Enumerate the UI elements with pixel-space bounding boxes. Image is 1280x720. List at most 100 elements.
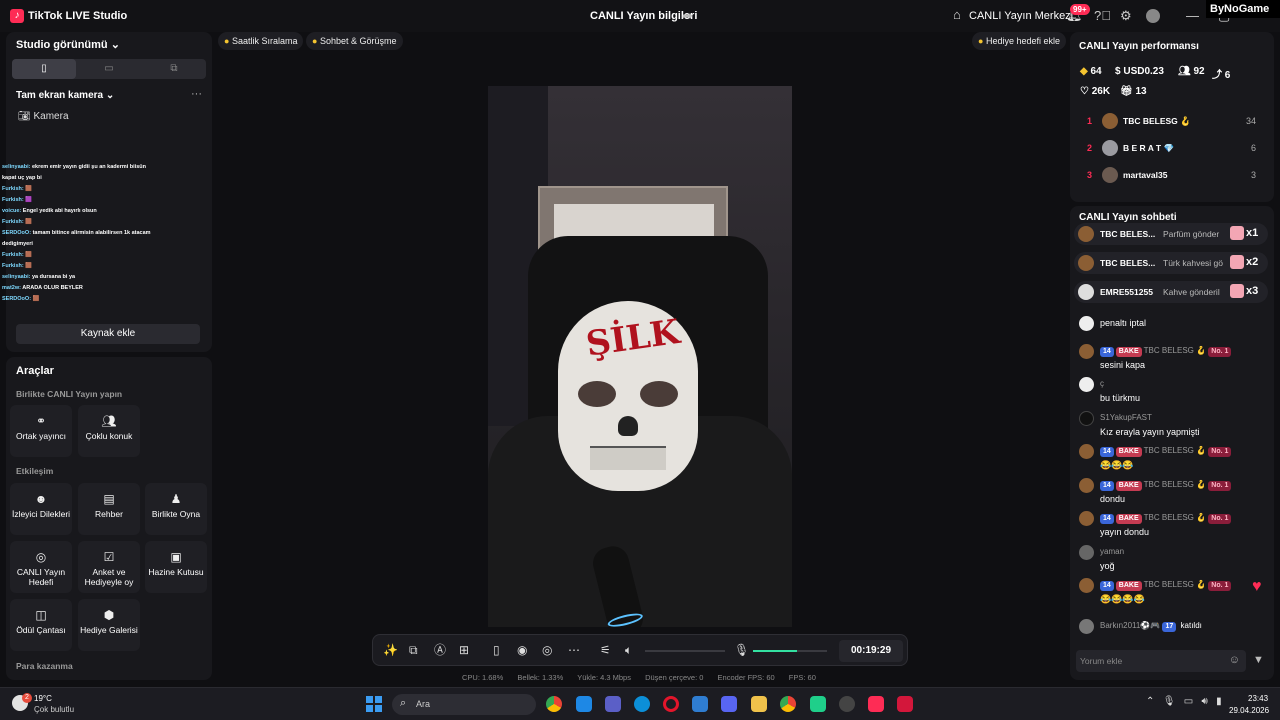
clock-date[interactable]: 29.04.2026 — [1229, 706, 1269, 715]
tool-label: Ortak yayıncı — [15, 431, 67, 441]
app-icon-3[interactable] — [839, 696, 855, 712]
tool-viewer[interactable]: ☻ İzleyici Dilekleri — [10, 483, 72, 535]
viewer-icon: ☻ — [34, 492, 48, 506]
camera-scene-dropdown[interactable]: Tam ekran kamera ⌄ — [16, 90, 114, 101]
home-icon[interactable]: ⌂ — [953, 7, 961, 22]
camera-icon: 📷︎ — [18, 111, 31, 122]
ranking-row[interactable]: 1 TBC BELESG 🪝 34 — [1070, 110, 1274, 132]
start-button[interactable] — [366, 696, 382, 712]
layout-icon[interactable]: ⧉ — [409, 643, 418, 657]
tool-target[interactable]: ◎ CANLI Yayın Hedefi — [10, 541, 72, 593]
camera-source-item[interactable]: 📷︎ Kamera — [18, 111, 69, 122]
speaker-icon[interactable]: 🔈︎ — [625, 643, 632, 657]
mic-level-slider[interactable] — [753, 650, 827, 652]
add-scene-icon[interactable]: ⊞ — [459, 643, 469, 657]
settings-sliders-icon[interactable]: ⚟ — [600, 643, 611, 657]
chat-meet-chip[interactable]: ● Sohbet & Görüşme — [306, 32, 403, 50]
minimize-icon[interactable]: — — [1186, 8, 1199, 23]
rank-badge: No. 1 — [1208, 514, 1232, 524]
tool-poll[interactable]: ☑ Anket ve Hediyeyle oy — [78, 541, 140, 593]
stream-control-bar: ✨ ⧉ Ⓐ ⊞ ▯ ◉ ◎ ⋯ ⚟ 🔈︎ 🎙︎ 00:19:29 — [372, 634, 908, 666]
emoji-icon[interactable]: ☺ — [1229, 654, 1240, 666]
teams-icon[interactable] — [605, 696, 621, 712]
chrome-icon[interactable] — [546, 696, 562, 712]
discord-icon[interactable] — [721, 696, 737, 712]
tiktok-studio-icon[interactable] — [868, 696, 884, 712]
notification-badge: 99+ — [1070, 4, 1090, 15]
ranking-row[interactable]: 3 martaval35 3 — [1070, 164, 1274, 186]
avatar — [1078, 226, 1094, 242]
tool-label: Rehber — [95, 509, 123, 519]
message-text: 😂😂😂 — [1100, 460, 1134, 470]
avatar — [1102, 113, 1118, 129]
app-icon-2[interactable] — [810, 696, 826, 712]
app-icon[interactable] — [692, 696, 708, 712]
magic-wand-icon[interactable]: ✨ — [383, 643, 398, 657]
gift-sender: TBC BELES... — [1100, 229, 1156, 239]
section-earn: Para kazanma — [16, 661, 73, 671]
message-text: dondu — [1100, 494, 1126, 504]
chat-title: CANLI Yayın sohbeti — [1079, 212, 1177, 223]
volume-slider[interactable] — [645, 650, 725, 652]
filter-icon[interactable]: ▼ — [1253, 654, 1264, 666]
capture-icon[interactable]: ◎ — [542, 643, 552, 657]
clock-time[interactable]: 23:43 — [1248, 694, 1268, 703]
overlay-chat-line: dedigimyeri — [2, 241, 33, 247]
ai-icon[interactable]: Ⓐ — [434, 643, 446, 657]
more-icon[interactable]: ··· — [191, 88, 202, 100]
overlay-chat-line: Furkish: 🟫 — [2, 186, 33, 192]
gear-icon[interactable]: ⚙ — [1120, 8, 1132, 24]
microphone-icon[interactable]: 🎙︎ — [734, 643, 749, 657]
likes-stat: ♡ 26K — [1080, 86, 1111, 97]
weather-temp[interactable]: 19°C — [34, 694, 52, 703]
tool-bag[interactable]: ◫ Ödül Çantası — [10, 599, 72, 651]
record-icon[interactable]: ◉ — [517, 643, 527, 657]
chat-panel: CANLI Yayın sohbeti TBC BELES... Parfüm g… — [1070, 206, 1274, 680]
diamond-icon: ◆ — [1080, 66, 1088, 77]
mask-eye — [640, 381, 678, 407]
opera-icon[interactable] — [663, 696, 679, 712]
help-icon[interactable]: ?⃝ — [1094, 8, 1111, 23]
taskbar-search[interactable]: ⌕ Ara — [392, 694, 536, 715]
message-header: 14 BAKE TBC BELESG 🪝 No. 1 — [1100, 346, 1233, 357]
folder-icon[interactable] — [751, 696, 767, 712]
share-icon[interactable]: ➦ — [682, 8, 693, 24]
ranking-row[interactable]: 2 B E R A T 💎 6 — [1070, 137, 1274, 159]
join-text: Barkın2011⚽🎮 17 katıldı — [1100, 621, 1202, 632]
camera-preview[interactable]: ŞİLK — [488, 86, 792, 627]
landscape-option[interactable]: ▭ — [77, 59, 141, 79]
tool-users[interactable]: 👥︎ Çoklu konuk — [78, 405, 140, 457]
weather-desc[interactable]: Çok bulutlu — [34, 705, 74, 714]
overlay-chat-line: Furkish: 🟪 — [2, 197, 33, 203]
live-center-link[interactable]: CANLI Yayın Merkezi — [969, 10, 1073, 22]
tool-treasure[interactable]: ▣ Hazine Kutusu — [145, 541, 207, 593]
edge-icon[interactable] — [634, 696, 650, 712]
files-icon[interactable] — [576, 696, 592, 712]
studio-view-dropdown[interactable]: Studio görünümü ⌄ — [16, 38, 120, 51]
people-icon: 👥︎ — [1178, 66, 1191, 77]
hourly-rank-chip[interactable]: ● Saatlik Sıralama — [218, 32, 304, 50]
gift-text: Türk kahvesi gö — [1163, 258, 1223, 268]
comment-input[interactable]: Yorum ekle ☺ — [1076, 650, 1246, 672]
gift-goal-chip[interactable]: ● Hediye hedefi ekle — [972, 32, 1067, 50]
system-tray[interactable]: ⌃ 🎙︎ ▭ 🔊︎ ▮ — [1146, 696, 1222, 707]
youtube-icon[interactable] — [897, 696, 913, 712]
chrome-icon-2[interactable] — [780, 696, 796, 712]
tool-gallery[interactable]: ⬢ Hediye Galerisi — [78, 599, 140, 651]
rank-score: 34 — [1245, 116, 1256, 126]
tool-link[interactable]: ⚭ Ortak yayıncı — [10, 405, 72, 457]
phone-icon[interactable]: ▯ — [493, 643, 500, 657]
gift-icon — [1230, 284, 1244, 298]
dual-option[interactable]: ⧉ — [142, 59, 206, 79]
avatar — [1079, 545, 1094, 560]
comment-placeholder: Yorum ekle — [1080, 656, 1123, 666]
performance-title: CANLI Yayın performansı — [1079, 41, 1199, 52]
avatar[interactable] — [1146, 9, 1160, 23]
add-source-button[interactable]: Kaynak ekle — [16, 324, 200, 344]
tool-play-together[interactable]: ♟ Birlikte Oyna — [145, 483, 207, 535]
more-icon[interactable]: ⋯ — [568, 643, 580, 657]
portrait-option[interactable]: ▯ — [12, 59, 76, 79]
skull-mask: ŞİLK — [558, 301, 698, 491]
tool-guide[interactable]: ▤ Rehber — [78, 483, 140, 535]
diamonds-stat: ◆ 64 — [1080, 66, 1102, 77]
